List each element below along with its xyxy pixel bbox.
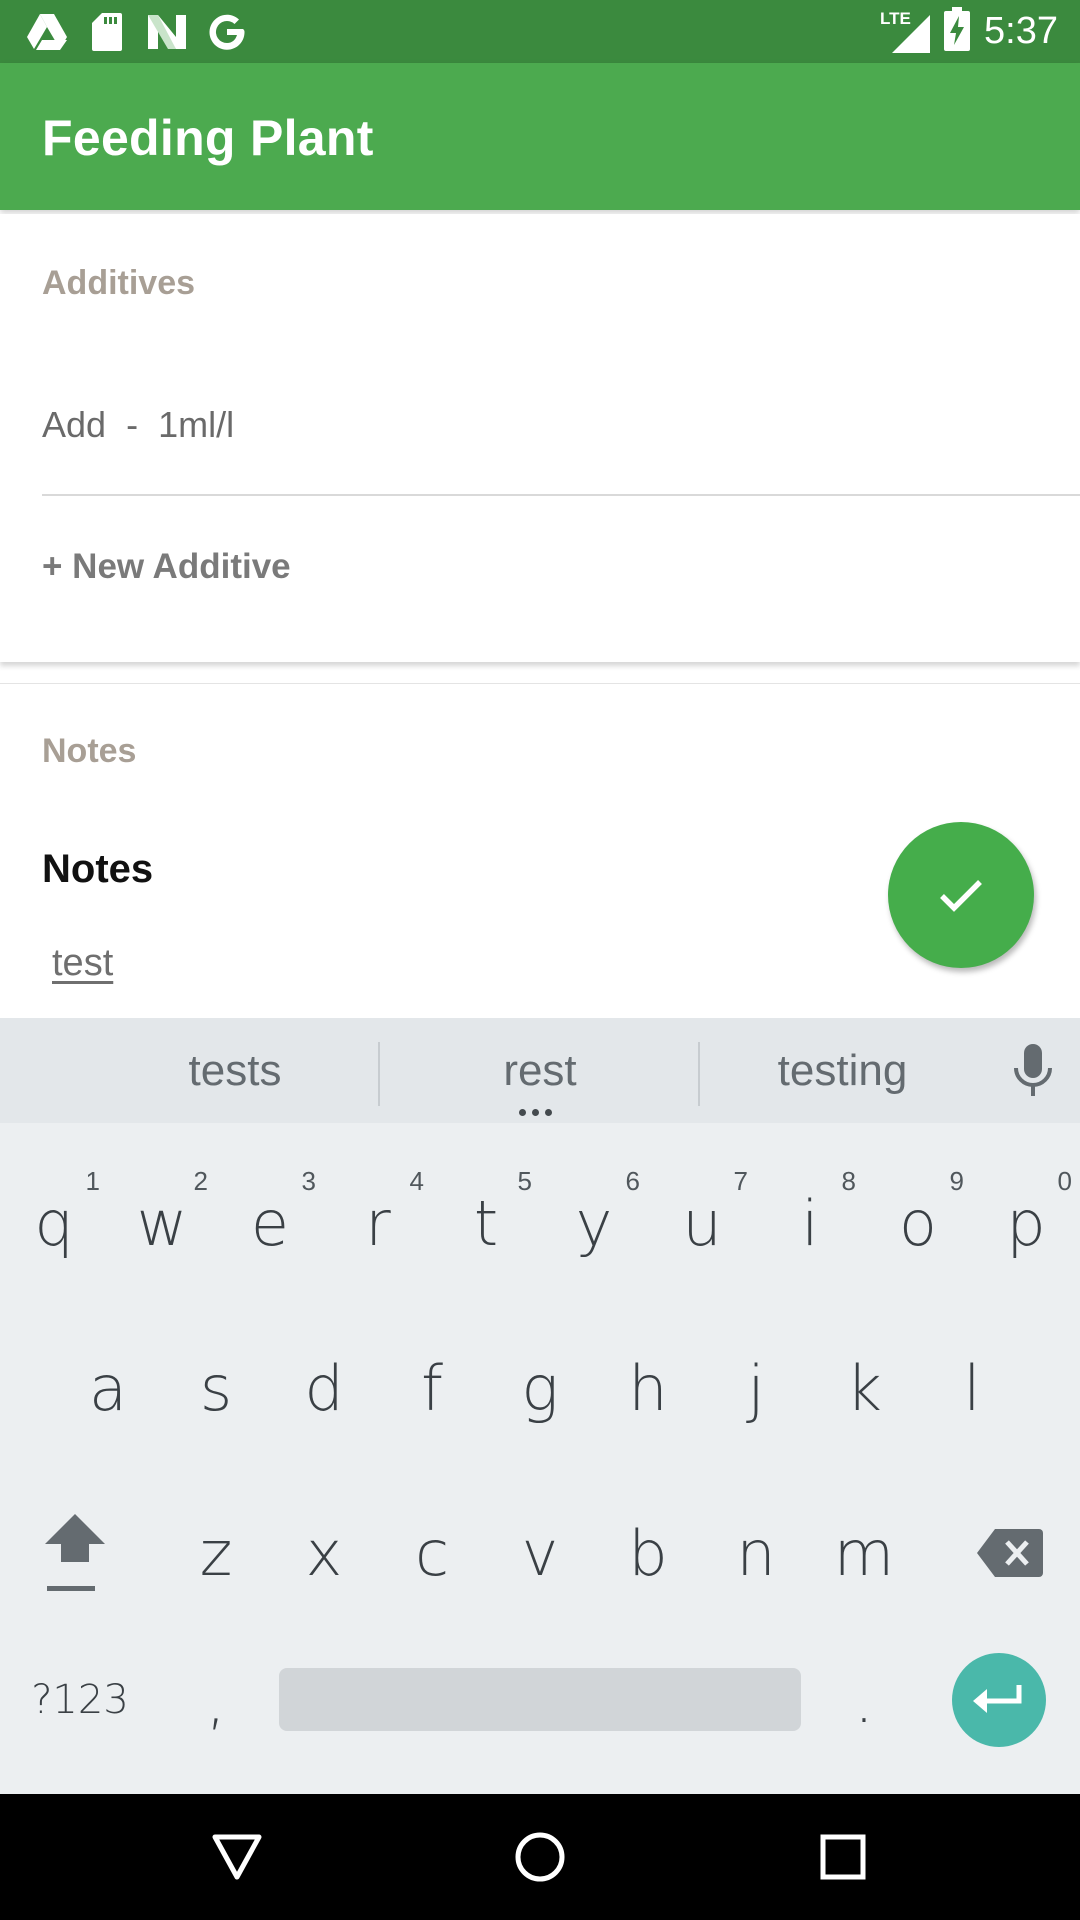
key-l[interactable]: l	[918, 1323, 1026, 1453]
divider	[42, 494, 1080, 496]
google-icon	[206, 11, 248, 53]
key-hint: 6	[625, 1166, 640, 1196]
key-r[interactable]: r4	[324, 1158, 432, 1288]
back-triangle-icon	[212, 1834, 262, 1880]
microphone-icon[interactable]	[1004, 1042, 1062, 1100]
key-label: y	[575, 1186, 613, 1260]
key-h[interactable]: h	[594, 1323, 702, 1453]
key-label: e	[250, 1186, 290, 1260]
comma-key[interactable]: ,	[162, 1635, 270, 1765]
suggestion-3[interactable]: testing	[745, 1046, 940, 1096]
space-bar[interactable]	[279, 1668, 801, 1731]
key-label: q	[34, 1186, 74, 1260]
key-u[interactable]: u7	[648, 1158, 756, 1288]
additive-amount: 1ml/l	[158, 404, 235, 445]
additives-card: Additives Add - 1ml/l + New Additive	[0, 214, 1080, 662]
key-f[interactable]: f	[378, 1323, 486, 1453]
key-hint: 1	[85, 1166, 100, 1196]
shift-icon	[45, 1514, 105, 1591]
sd-card-icon	[86, 11, 128, 53]
key-hint: 3	[301, 1166, 316, 1196]
additives-section-title: Additives	[42, 264, 196, 302]
navigation-bar	[0, 1794, 1080, 1920]
key-label: w	[136, 1186, 188, 1260]
key-hint: 4	[409, 1166, 424, 1196]
additive-separator: -	[126, 404, 139, 445]
notes-field-label: Notes	[42, 847, 154, 891]
key-label: r	[365, 1186, 391, 1260]
key-p[interactable]: p0	[972, 1158, 1080, 1288]
key-i[interactable]: i8	[756, 1158, 864, 1288]
battery-charging-icon	[944, 6, 971, 56]
key-j[interactable]: j	[702, 1323, 810, 1453]
backspace-key[interactable]	[950, 1488, 1070, 1618]
key-hint: 7	[733, 1166, 748, 1196]
lte-signal-icon: LTE	[880, 9, 931, 53]
period-key[interactable]: .	[810, 1635, 918, 1765]
key-hint: 5	[517, 1166, 532, 1196]
key-z[interactable]: z	[162, 1488, 270, 1618]
key-d[interactable]: d	[270, 1323, 378, 1453]
suggestion-1[interactable]: tests	[145, 1046, 325, 1096]
key-hint: 9	[949, 1166, 964, 1196]
key-k[interactable]: k	[810, 1323, 918, 1453]
key-hint: 0	[1057, 1166, 1072, 1196]
key-n[interactable]: n	[702, 1488, 810, 1618]
key-e[interactable]: e3	[216, 1158, 324, 1288]
more-suggestions-icon[interactable]	[519, 1109, 552, 1116]
soft-keyboard: tests rest testing q1 w2 e3 r4 t5 y6 u7 …	[0, 1018, 1080, 1794]
suggestion-2[interactable]: rest	[440, 1046, 640, 1096]
key-label: u	[682, 1186, 722, 1260]
key-label: t	[473, 1186, 499, 1260]
home-button[interactable]	[505, 1822, 575, 1892]
page-title: Feeding Plant	[42, 110, 374, 166]
suggestion-divider	[698, 1042, 700, 1106]
app-bar: Feeding Plant	[0, 63, 1080, 210]
key-q[interactable]: q1	[0, 1158, 108, 1288]
back-button[interactable]	[202, 1822, 272, 1892]
key-o[interactable]: o9	[864, 1158, 972, 1288]
save-fab-button[interactable]	[888, 822, 1034, 968]
n-icon	[146, 11, 188, 53]
notes-section-title: Notes	[42, 732, 137, 770]
backspace-icon	[977, 1529, 1043, 1577]
key-label: o	[899, 1186, 937, 1260]
key-t[interactable]: t5	[432, 1158, 540, 1288]
new-additive-button[interactable]: + New Additive	[42, 547, 291, 587]
key-g[interactable]: g	[486, 1323, 594, 1453]
key-y[interactable]: y6	[540, 1158, 648, 1288]
additive-item[interactable]: Add - 1ml/l	[42, 404, 234, 446]
key-hint: 8	[841, 1166, 856, 1196]
recents-button[interactable]	[808, 1822, 878, 1892]
additive-name: Add	[42, 404, 107, 445]
suggestion-bar: tests rest testing	[0, 1018, 1080, 1123]
key-c[interactable]: c	[378, 1488, 486, 1618]
enter-key[interactable]	[952, 1653, 1046, 1747]
symbols-key[interactable]: ?123	[20, 1635, 140, 1765]
status-bar: LTE 5:37	[0, 0, 1080, 63]
key-a[interactable]: a	[54, 1323, 162, 1453]
key-hint: 2	[193, 1166, 208, 1196]
check-icon	[940, 880, 982, 912]
recents-square-icon	[820, 1834, 866, 1880]
key-v[interactable]: v	[486, 1488, 594, 1618]
key-m[interactable]: m	[810, 1488, 918, 1618]
key-label: p	[1006, 1186, 1046, 1260]
key-x[interactable]: x	[270, 1488, 378, 1618]
clock: 5:37	[984, 9, 1058, 52]
shift-key[interactable]	[20, 1488, 130, 1618]
home-circle-icon	[515, 1832, 565, 1882]
enter-icon	[973, 1685, 1022, 1713]
drive-icon	[26, 11, 68, 53]
key-s[interactable]: s	[162, 1323, 270, 1453]
key-w[interactable]: w2	[108, 1158, 216, 1288]
notes-input[interactable]: test	[52, 942, 113, 985]
suggestion-divider	[378, 1042, 380, 1106]
key-label: i	[801, 1186, 819, 1260]
key-b[interactable]: b	[594, 1488, 702, 1618]
